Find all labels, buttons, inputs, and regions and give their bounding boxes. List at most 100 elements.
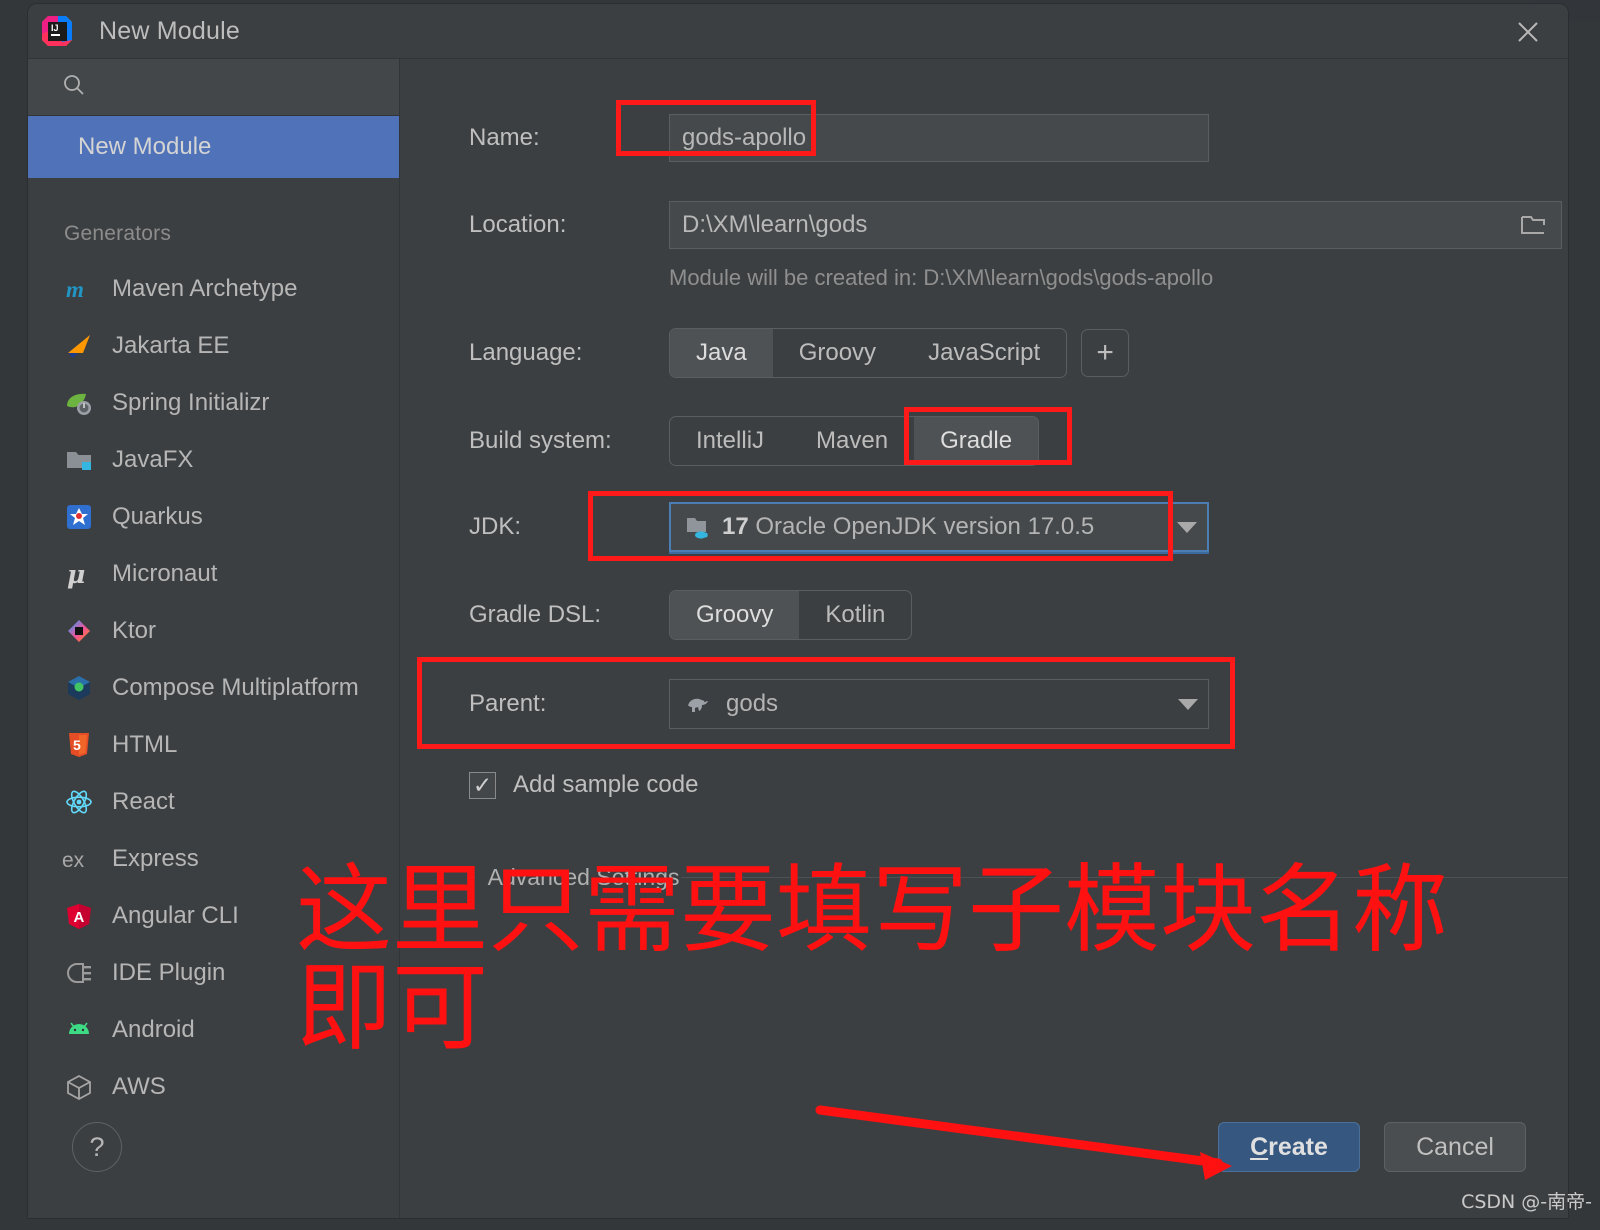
sidebar-item-label: Compose Multiplatform: [112, 673, 359, 701]
html5-icon: 5: [62, 728, 96, 762]
jdk-version: 17: [722, 513, 749, 540]
svg-text:μ: μ: [67, 560, 85, 589]
sidebar-item-aws[interactable]: AWS: [28, 1058, 399, 1115]
location-input[interactable]: [669, 201, 1562, 249]
svg-text:m: m: [66, 277, 84, 302]
create-label-rest: reate: [1268, 1132, 1328, 1161]
sidebar-item-label: Spring Initializr: [112, 388, 270, 416]
gradle-dsl-option-kotlin[interactable]: Kotlin: [799, 591, 911, 639]
help-button[interactable]: ?: [72, 1122, 122, 1172]
quarkus-icon: [62, 500, 96, 534]
build-system-segmented-control: IntelliJ Maven Gradle: [669, 416, 1040, 466]
sidebar-item-maven-archetype[interactable]: m Maven Archetype: [28, 260, 399, 317]
jdk-value: 17 Oracle OpenJDK version 17.0.5: [722, 513, 1167, 541]
language-option-java[interactable]: Java: [670, 329, 773, 377]
sidebar-item-label: Angular CLI: [112, 901, 239, 929]
gradle-dsl-option-groovy[interactable]: Groovy: [670, 591, 800, 639]
module-form: Name: Location: Mo: [401, 59, 1568, 1218]
generators-sidebar: New Module Generators m Maven Archetype: [28, 59, 400, 1218]
close-icon[interactable]: [1510, 14, 1546, 50]
gradle-dsl-row: Gradle DSL: Groovy Kotlin: [469, 590, 913, 640]
micronaut-icon: μ: [62, 557, 96, 591]
sidebar-item-spring-initializr[interactable]: Spring Initializr: [28, 374, 399, 431]
sidebar-item-label: Express: [112, 844, 199, 872]
name-input[interactable]: [669, 114, 1209, 162]
build-system-option-maven[interactable]: Maven: [790, 417, 914, 465]
sidebar-item-label: JavaFX: [112, 445, 194, 473]
parent-value: gods: [726, 690, 779, 717]
sidebar-item-label: Quarkus: [112, 502, 203, 530]
name-row: Name:: [469, 114, 1568, 162]
sidebar-item-android[interactable]: Android: [28, 1001, 399, 1058]
parent-combo[interactable]: gods: [669, 679, 1209, 729]
jakarta-ee-icon: [62, 329, 96, 363]
sidebar-item-express[interactable]: ex Express: [28, 830, 399, 887]
sidebar-item-label: Micronaut: [112, 559, 218, 587]
react-icon: [62, 785, 96, 819]
build-system-label: Build system:: [469, 427, 612, 454]
language-option-javascript[interactable]: JavaScript: [902, 329, 1066, 377]
chevron-right-icon: ›: [469, 866, 476, 888]
sidebar-item-label: Ktor: [112, 616, 157, 644]
svg-text:ex: ex: [62, 849, 85, 872]
sidebar-item-label: IDE Plugin: [112, 958, 226, 986]
language-label: Language:: [469, 339, 583, 366]
build-system-option-intellij[interactable]: IntelliJ: [670, 417, 790, 465]
plugin-icon: [62, 956, 96, 990]
search-box[interactable]: [28, 59, 399, 116]
language-segmented-control: Java Groovy JavaScript: [669, 328, 1068, 378]
build-system-row: Build system: IntelliJ Maven Gradle: [469, 416, 1040, 466]
svg-text:5: 5: [73, 737, 81, 753]
sidebar-item-javafx[interactable]: JavaFX: [28, 431, 399, 488]
watermark: CSDN @-南帝-: [1461, 1191, 1592, 1213]
sidebar-item-html[interactable]: 5 HTML: [28, 716, 399, 773]
parent-row: Parent: gods: [469, 679, 1209, 729]
sidebar-item-label: React: [112, 787, 175, 815]
gradle-dsl-segmented-control: Groovy Kotlin: [669, 590, 913, 640]
dialog-titlebar: IJ New Module: [28, 4, 1568, 59]
location-label: Location:: [469, 211, 567, 238]
maven-icon: m: [62, 272, 96, 306]
jdk-combo[interactable]: 17 Oracle OpenJDK version 17.0.5: [669, 502, 1209, 552]
spring-icon: [62, 386, 96, 420]
sidebar-item-micronaut[interactable]: μ Micronaut: [28, 545, 399, 602]
create-mnemonic: C: [1250, 1132, 1269, 1161]
advanced-settings-label: Advanced Settings: [487, 864, 680, 890]
chevron-down-icon[interactable]: [1177, 521, 1197, 533]
generators-header: Generators: [64, 222, 172, 245]
chevron-down-icon[interactable]: [1178, 698, 1198, 710]
svg-text:A: A: [74, 909, 85, 926]
express-icon: ex: [62, 842, 96, 876]
advanced-settings-toggle[interactable]: › Advanced Settings: [469, 864, 679, 891]
compose-icon: [62, 671, 96, 705]
search-input[interactable]: [98, 76, 348, 98]
aws-icon: [62, 1070, 96, 1104]
sidebar-item-label: Jakarta EE: [112, 331, 230, 359]
language-option-groovy[interactable]: Groovy: [773, 329, 902, 377]
sidebar-item-angular-cli[interactable]: A Angular CLI: [28, 887, 399, 944]
angular-icon: A: [62, 899, 96, 933]
add-sample-code-checkbox[interactable]: ✓: [469, 771, 496, 799]
sidebar-item-label: New Module: [78, 133, 212, 160]
name-label: Name:: [469, 124, 540, 151]
sidebar-item-react[interactable]: React: [28, 773, 399, 830]
add-language-button[interactable]: +: [1081, 329, 1130, 377]
create-button[interactable]: Create: [1218, 1122, 1360, 1172]
javafx-icon: [62, 443, 96, 477]
add-sample-code-label: Add sample code: [513, 771, 699, 798]
folder-open-icon[interactable]: [1520, 213, 1548, 242]
sidebar-item-quarkus[interactable]: Quarkus: [28, 488, 399, 545]
location-row: Location:: [469, 201, 1568, 249]
sidebar-item-label: HTML: [112, 730, 178, 758]
sidebar-item-ide-plugin[interactable]: IDE Plugin: [28, 944, 399, 1001]
cancel-button[interactable]: Cancel: [1384, 1122, 1526, 1172]
sidebar-item-compose-multiplatform[interactable]: Compose Multiplatform: [28, 659, 399, 716]
jdk-description: Oracle OpenJDK version 17.0.5: [755, 513, 1095, 540]
build-system-option-gradle[interactable]: Gradle: [914, 417, 1039, 465]
add-sample-code-row: ✓ Add sample code: [469, 771, 698, 799]
sidebar-item-jakarta-ee[interactable]: Jakarta EE: [28, 317, 399, 374]
sidebar-item-new-module[interactable]: New Module: [28, 116, 399, 178]
new-module-dialog: IJ New Module New Module Generators m Ma…: [28, 4, 1568, 1218]
sidebar-item-ktor[interactable]: Ktor: [28, 602, 399, 659]
search-icon: [62, 73, 86, 102]
